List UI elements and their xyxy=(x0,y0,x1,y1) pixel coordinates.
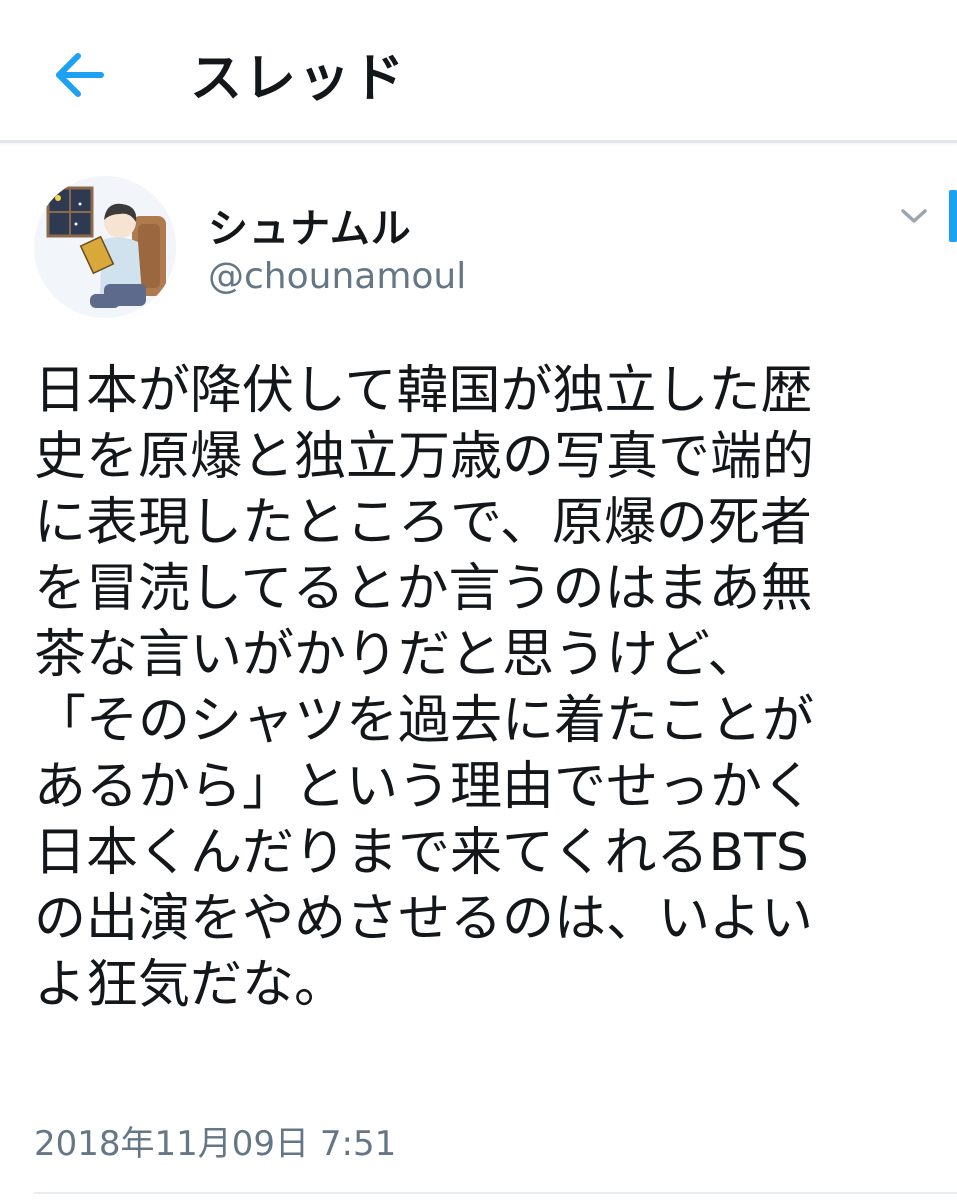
display-name[interactable]: シュナムル xyxy=(208,196,412,254)
tweet-text-line: の出演をやめさせるのは、いよい xyxy=(34,889,813,949)
tweet-text-line: よ狂気だな。 xyxy=(34,955,347,1015)
tweet-menu-button[interactable] xyxy=(893,196,935,236)
tweet-text-line: を冒涜してるとか言うのはまあ無 xyxy=(34,559,813,619)
avatar-illustration xyxy=(34,176,176,318)
back-button[interactable] xyxy=(44,40,114,110)
divider xyxy=(34,1192,957,1194)
page-title: スレッド xyxy=(190,49,407,109)
tweet-text-line: に表現したところで、原爆の死者 xyxy=(34,493,812,553)
tweet-text-line: 茶な言いがかりだと思うけど、 xyxy=(34,625,760,685)
user-handle[interactable]: @chounamoul xyxy=(208,256,466,297)
scroll-indicator xyxy=(949,190,957,242)
top-bar: スレッド xyxy=(0,0,957,143)
tweet-text-line: 日本くんだりまで来てくれるBTS xyxy=(34,823,809,883)
chevron-down-icon xyxy=(901,209,927,223)
tweet-text-line: 史を原爆と独立万歳の写真で端的 xyxy=(34,427,815,487)
tweet-text-line: 日本が降伏して韓国が独立した歴 xyxy=(34,361,813,421)
avatar[interactable] xyxy=(34,176,176,318)
arrow-left-icon xyxy=(56,53,104,97)
tweet-text-line: 「そのシャツを過去に着たことが xyxy=(34,691,815,751)
tweet-text: 日本が降伏して韓国が独立した歴 史を原爆と独立万歳の写真で端的 に表現したところ… xyxy=(34,358,924,1018)
tweet-text-line: あるから」という理由でせっかく xyxy=(34,757,815,817)
tweet-timestamp[interactable]: 2018年11月09日 7:51 xyxy=(34,1116,396,1165)
